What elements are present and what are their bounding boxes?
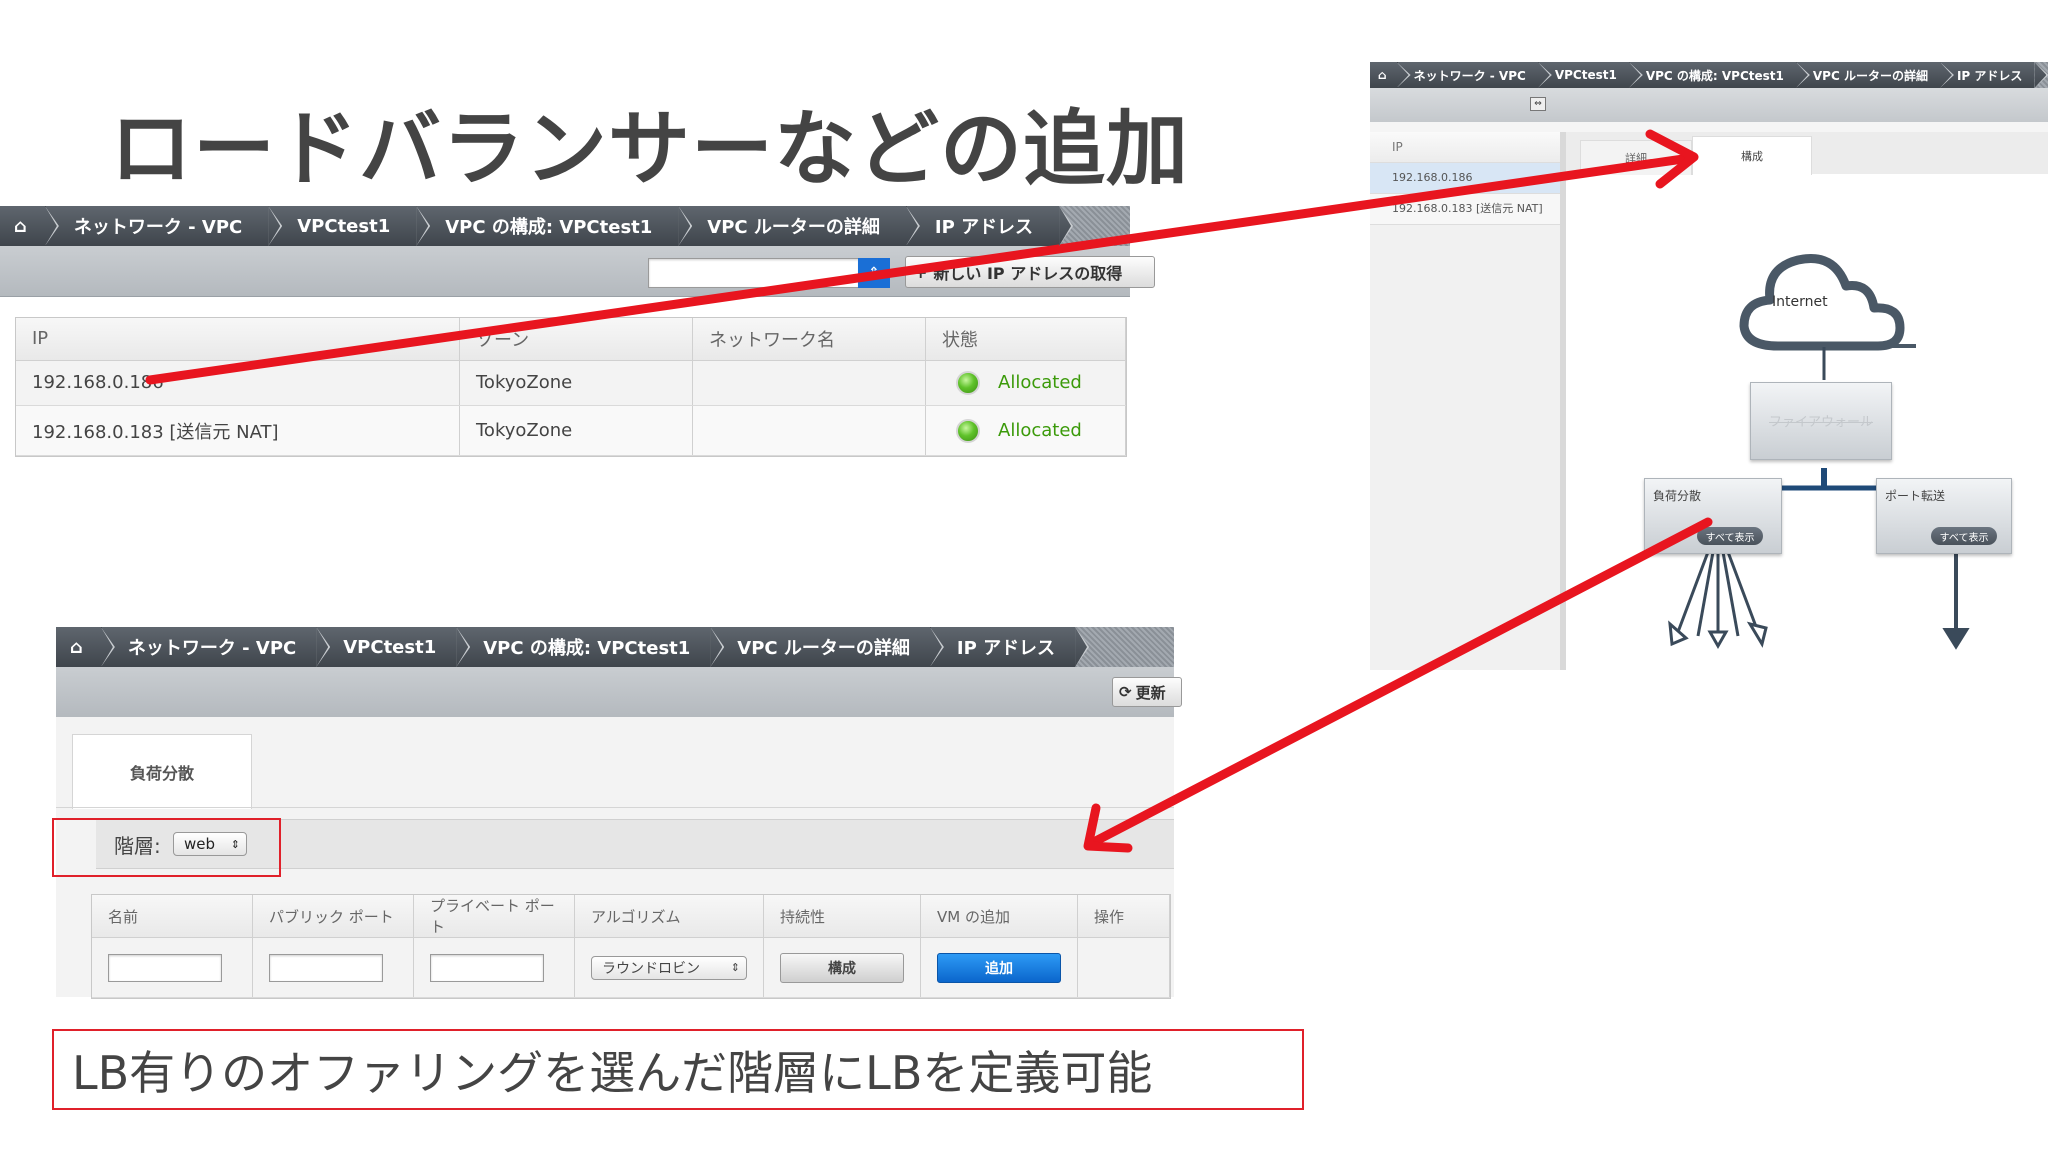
collapse-icon[interactable]: ⇔ [1530,97,1546,111]
column-header-ip[interactable]: IP [16,318,460,361]
ip-cell[interactable]: 192.168.0.186 [16,360,460,407]
home-icon: ⌂ [14,215,27,237]
table-row[interactable]: 192.168.0.186 TokyoZone Allocated [16,360,1126,407]
table-row: ラウンドロビン ⇕ 構成 追加 [92,937,1170,998]
column-header-private-port: プライベート ポート [413,895,575,938]
breadcrumb-item-network[interactable]: ネットワーク - VPC [1396,62,1538,88]
breadcrumb-item-ip[interactable]: IP アドレス [1939,62,2035,88]
status-dot-icon [956,370,980,395]
add-vm-button[interactable]: 追加 [937,952,1061,983]
name-input[interactable] [108,953,222,982]
tier-highlight [52,818,281,877]
select-arrows-icon: ⇕ [730,961,740,974]
status-dot-icon [956,418,980,443]
refresh-button[interactable]: ⟳ 更新 [1112,677,1182,707]
breadcrumb: ⌂ ネットワーク - VPC VPCtest1 VPC の構成: VPCtest… [0,206,1130,246]
breadcrumb-item-vpc-config[interactable]: VPC の構成: VPCtest1 [416,206,679,246]
breadcrumb-item-router[interactable]: VPC ルーターの詳細 [1795,62,1940,88]
home-icon: ⌂ [1378,68,1387,82]
private-port-input[interactable] [430,953,544,982]
column-header-actions: 操作 [1077,895,1170,938]
firewall-box[interactable]: ファイアウォール [1750,382,1892,460]
public-port-input[interactable] [269,953,383,982]
lb-toolbar: ⟳ 更新 [56,667,1182,718]
list-item[interactable]: 192.168.0.183 [送信元 NAT] [1370,194,1560,225]
breadcrumb-home[interactable]: ⌂ [0,206,45,246]
column-header-persistence: 持続性 [763,895,921,938]
port-forwarding-box[interactable]: ポート転送 すべて表示 [1876,478,2012,554]
algorithm-select[interactable]: ラウンドロビン ⇕ [591,955,747,980]
network-cell [692,405,926,456]
zone-cell: TokyoZone [459,405,693,456]
breadcrumb-item-vpc[interactable]: VPCtest1 [268,206,417,246]
firewall-label: ファイアウォール [1768,415,1873,430]
slide-title: ロードバランサーなどの追加 [110,102,1190,197]
column-header-add-vm: VM の追加 [920,895,1078,938]
column-header-zone[interactable]: ゾーン [459,318,693,361]
breadcrumb-item-ip[interactable]: IP アドレス [905,206,1060,246]
network-cell [692,360,926,407]
breadcrumb-item-vpc-config[interactable]: VPC の構成: VPCtest1 [1628,62,1796,88]
show-all-button[interactable]: すべて表示 [1697,527,1763,545]
detail-breadcrumb: ⌂ ネットワーク - VPC VPCtest1 VPC の構成: VPCtest… [1370,62,2048,88]
column-header-status[interactable]: 状態 [925,318,1126,361]
breadcrumb-item-router[interactable]: VPC ルーターの詳細 [710,627,930,667]
acquire-ip-button[interactable]: + 新しい IP アドレスの取得 [905,256,1155,288]
status-cell: Allocated [925,405,1126,456]
detail-main: 詳細 構成 Internet ファイアウォール 負荷分散 すべて表示 ポート転送… [1566,132,2048,670]
lb-breadcrumb: ⌂ ネットワーク - VPC VPCtest1 VPC の構成: VPCtest… [56,627,1174,667]
column-header-algorithm: アルゴリズム [574,895,764,938]
lb-label: 負荷分散 [1653,489,1702,503]
table-row[interactable]: 192.168.0.183 [送信元 NAT] TokyoZone Alloca… [16,405,1126,456]
internet-label: Internet [1772,294,1828,310]
column-header-name: 名前 [92,895,253,938]
filter-select[interactable] [648,258,860,288]
column-header-public-port: パブリック ポート [252,895,414,938]
breadcrumb-item-vpc-config[interactable]: VPC の構成: VPCtest1 [456,627,711,667]
select-arrow-icon[interactable]: ⇕ [858,258,890,288]
ip-toolbar: ⇕ + 新しい IP アドレスの取得 [0,246,1155,297]
breadcrumb-home[interactable]: ⌂ [56,627,101,667]
plus-icon: + [914,262,928,282]
refresh-icon: ⟳ [1119,683,1132,701]
status-cell: Allocated [925,360,1126,407]
show-all-button[interactable]: すべて表示 [1931,527,1997,545]
breadcrumb-home[interactable]: ⌂ [1370,62,1397,88]
breadcrumb-item-vpc[interactable]: VPCtest1 [316,627,457,667]
pf-label: ポート転送 [1885,489,1946,503]
breadcrumb-item-network[interactable]: ネットワーク - VPC [100,627,317,667]
zone-cell: TokyoZone [459,360,693,407]
tab-load-balancing[interactable]: 負荷分散 [72,734,252,809]
lb-rule-table: 名前 パブリック ポート プライベート ポート アルゴリズム 持続性 VM の追… [91,894,1171,999]
list-header: IP [1370,132,1560,163]
breadcrumb-item-router[interactable]: VPC ルーターの詳細 [678,206,906,246]
list-item[interactable]: 192.168.0.186 [1370,163,1560,194]
breadcrumb-item-network[interactable]: ネットワーク - VPC [44,206,269,246]
ip-table: IP ゾーン ネットワーク名 状態 192.168.0.186 TokyoZon… [15,317,1127,457]
load-balancing-box[interactable]: 負荷分散 すべて表示 [1644,478,1782,554]
home-icon: ⌂ [70,636,83,658]
detail-list: IP 192.168.0.186 192.168.0.183 [送信元 NAT] [1370,132,1566,670]
slide-note: LB有りのオファリングを選んだ階層にLBを定義可能 [52,1029,1304,1110]
persistence-configure-button[interactable]: 構成 [780,952,904,983]
detail-toolbar: ⇔ [1370,88,2048,122]
ip-cell[interactable]: 192.168.0.183 [送信元 NAT] [16,405,460,456]
column-header-network[interactable]: ネットワーク名 [692,318,926,361]
detail-screen: ⌂ ネットワーク - VPC VPCtest1 VPC の構成: VPCtest… [1370,62,2048,670]
breadcrumb-item-ip[interactable]: IP アドレス [929,627,1076,667]
